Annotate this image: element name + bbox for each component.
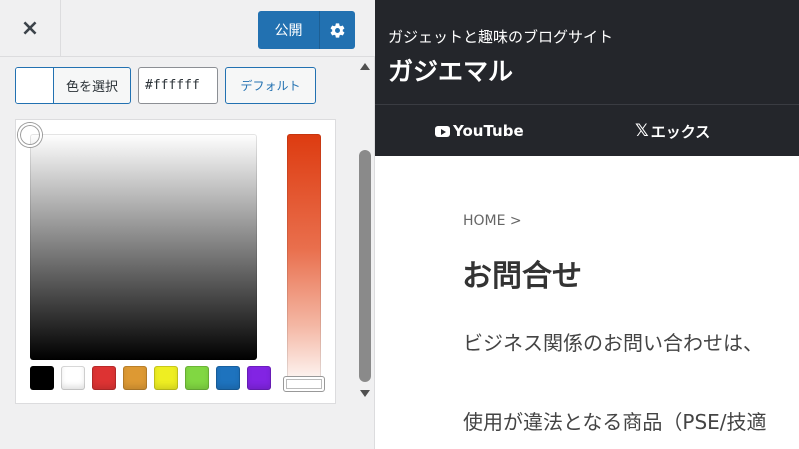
scrollbar-thumb[interactable] — [359, 150, 371, 382]
palette-swatch[interactable] — [92, 366, 116, 390]
x-icon: 𝕏 — [635, 121, 649, 141]
palette-swatch[interactable] — [123, 366, 147, 390]
page-title: お問合せ — [462, 259, 582, 294]
palette-swatch[interactable] — [61, 366, 85, 390]
nav-item-youtube[interactable]: YouTube — [435, 105, 524, 157]
customizer-header: × 公開 — [0, 0, 375, 57]
site-tagline: ガジェットと趣味のブログサイト — [388, 28, 614, 46]
screen: × 公開 色を選択 デフォルト — [0, 0, 799, 449]
select-color-button[interactable]: 色を選択 — [15, 67, 131, 104]
content-paragraph: ビジネス関係のお問い合わせは、 — [463, 331, 763, 355]
customizer-panel: × 公開 色を選択 デフォルト — [0, 0, 375, 449]
publish-button[interactable]: 公開 — [258, 11, 320, 49]
hue-slider-handle[interactable] — [283, 376, 325, 392]
breadcrumb[interactable]: HOME > — [463, 213, 522, 229]
publish-settings-button[interactable] — [320, 11, 355, 49]
panel-scrollbar[interactable] — [357, 57, 373, 402]
site-header: ガジェットと趣味のブログサイト ガジエマル — [375, 0, 799, 104]
palette-swatch[interactable] — [185, 366, 209, 390]
close-customizer-button[interactable]: × — [0, 0, 61, 57]
scroll-up-arrow-icon[interactable] — [360, 63, 370, 70]
palette-swatch[interactable] — [216, 366, 240, 390]
color-picker — [15, 119, 336, 404]
palette-swatch[interactable] — [247, 366, 271, 390]
palette-swatch[interactable] — [30, 366, 54, 390]
saturation-handle[interactable] — [18, 123, 42, 147]
saturation-area[interactable] — [30, 134, 257, 360]
select-color-label: 色を選択 — [65, 80, 118, 95]
nav-x-label: エックス — [650, 122, 711, 141]
publish-controls: 公開 — [258, 11, 355, 49]
site-title[interactable]: ガジエマル — [388, 52, 513, 88]
youtube-icon — [435, 125, 450, 137]
palette-swatch[interactable] — [154, 366, 178, 390]
hex-color-input[interactable] — [138, 67, 218, 104]
site-nav: YouTube 𝕏 エックス — [375, 104, 799, 156]
nav-youtube-label: YouTube — [453, 122, 524, 140]
nav-item-x[interactable]: 𝕏 エックス — [635, 105, 710, 157]
default-color-button[interactable]: デフォルト — [225, 67, 316, 104]
hue-slider[interactable] — [287, 134, 321, 389]
content-paragraph: 使用が違法となる商品（PSE/技適 — [463, 410, 767, 434]
current-color-swatch — [16, 68, 54, 103]
site-preview: ガジェットと趣味のブログサイト ガジエマル YouTube 𝕏 エックス HOM… — [375, 0, 799, 449]
close-icon: × — [20, 16, 40, 41]
gear-icon — [330, 22, 345, 38]
scroll-down-arrow-icon[interactable] — [360, 390, 370, 397]
color-palette — [30, 366, 271, 390]
